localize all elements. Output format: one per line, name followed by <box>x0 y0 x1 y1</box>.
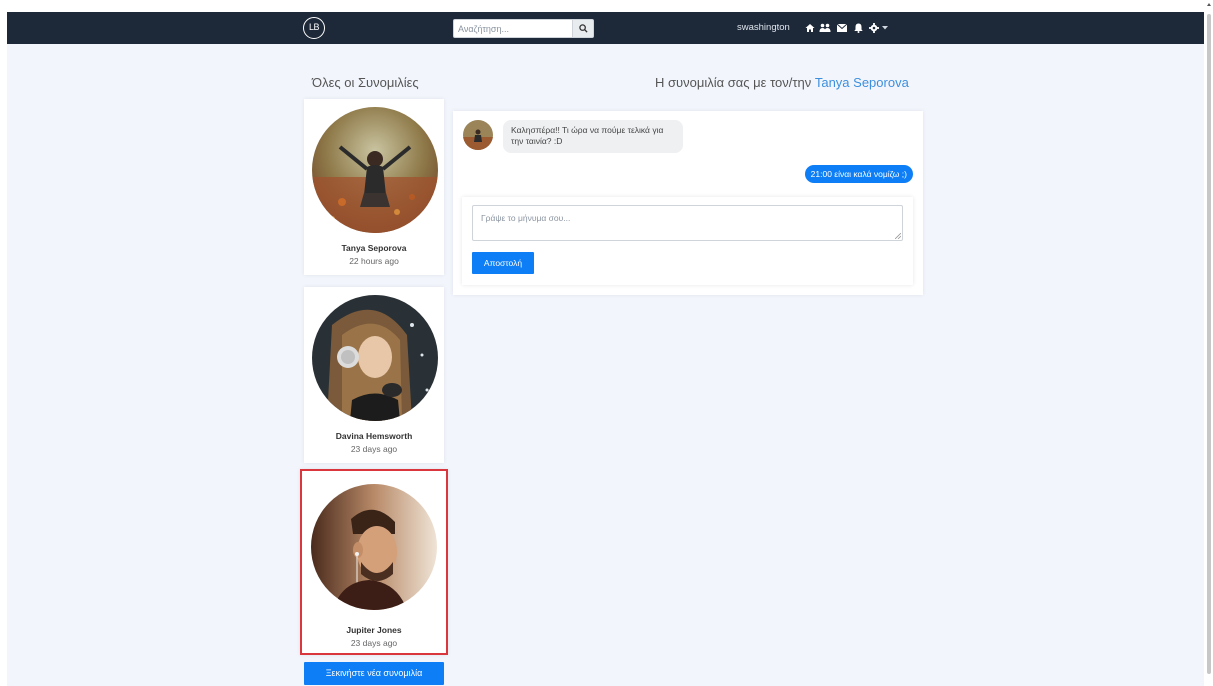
conversation-card-davina[interactable]: Davina Hemsworth 23 days ago <box>304 287 444 463</box>
conversation-card-jupiter[interactable]: Jupiter Jones 23 days ago <box>300 469 448 655</box>
bell-icon[interactable] <box>852 22 864 34</box>
conversation-time: 23 days ago <box>350 444 398 454</box>
conversations-heading: Όλες οι Συνομιλίες <box>312 75 419 90</box>
search-button[interactable] <box>572 19 594 38</box>
conversation-name: Jupiter Jones <box>346 625 402 635</box>
chat-partner-link[interactable]: Tanya Seporova <box>815 75 909 90</box>
conversation-name: Davina Hemsworth <box>335 431 413 441</box>
new-conversation-button[interactable]: Ξεκινήστε νέα συνομιλία <box>304 662 444 685</box>
logo[interactable]: LB <box>303 17 325 39</box>
avatar <box>312 295 438 421</box>
chat-heading-prefix: Η συνομιλία σας με τον/την <box>655 75 815 90</box>
send-button[interactable]: Αποστολή <box>472 252 534 274</box>
conversation-name: Tanya Seporova <box>341 243 407 253</box>
home-icon[interactable] <box>804 22 816 34</box>
caret-down-icon[interactable] <box>879 22 891 34</box>
envelope-icon[interactable] <box>836 22 848 34</box>
conversation-time: 23 days ago <box>350 638 398 648</box>
scrollbar[interactable] <box>1204 0 1213 686</box>
search-bar <box>453 19 594 38</box>
chat-heading: Η συνομιλία σας με τον/την Tanya Seporov… <box>655 75 909 90</box>
nav-username[interactable]: swashington <box>737 22 790 33</box>
resize-grip-icon[interactable] <box>895 233 901 239</box>
message-textarea[interactable] <box>472 205 903 241</box>
conversation-card-tanya[interactable]: Tanya Seporova 22 hours ago <box>304 99 444 275</box>
page: LB swashington <box>7 12 1204 686</box>
search-input[interactable] <box>453 19 572 38</box>
avatar <box>312 107 438 233</box>
chat-panel: Καλησπέρα!! Τι ώρα να πούμε τελικά για τ… <box>453 111 923 295</box>
conversation-time: 22 hours ago <box>349 256 399 266</box>
outgoing-message: 21:00 είναι καλά νομίζω ;) <box>804 165 913 183</box>
search-icon <box>578 24 588 33</box>
avatar <box>311 484 437 610</box>
friends-icon[interactable] <box>819 22 831 34</box>
navbar: LB swashington <box>7 12 1204 44</box>
scrollbar-thumb[interactable] <box>1207 14 1211 674</box>
message-avatar <box>463 120 493 150</box>
compose-panel: Αποστολή <box>462 197 913 285</box>
incoming-message: Καλησπέρα!! Τι ώρα να πούμε τελικά για τ… <box>503 120 683 153</box>
scroll-up-arrow-icon[interactable] <box>1207 3 1211 6</box>
